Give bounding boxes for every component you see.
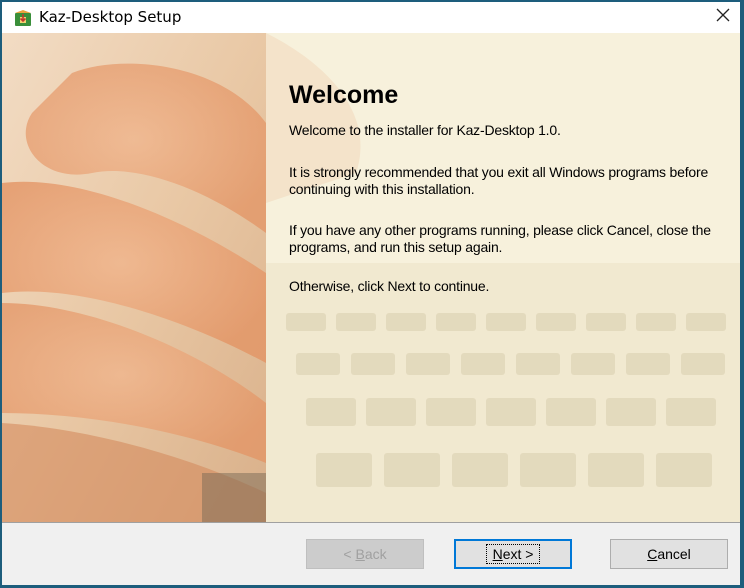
back-button-label: < Back bbox=[343, 546, 387, 562]
welcome-intro-text: Welcome to the installer for Kaz-Desktop… bbox=[289, 122, 561, 138]
close-button[interactable] bbox=[706, 2, 740, 33]
button-bar: < Back Next > Cancel bbox=[2, 523, 740, 585]
running-programs-text: If you have any other programs running, … bbox=[289, 222, 711, 255]
installer-icon bbox=[14, 9, 32, 27]
setup-window: Kaz-Desktop Setup Welcome Welcome to the… bbox=[0, 0, 744, 588]
wizard-content: Welcome Welcome to the installer for Kaz… bbox=[2, 33, 740, 522]
title-bar[interactable]: Kaz-Desktop Setup bbox=[2, 2, 740, 33]
cancel-button[interactable]: Cancel bbox=[610, 539, 728, 569]
continue-instruction-text: Otherwise, click Next to continue. bbox=[289, 278, 490, 294]
close-icon bbox=[716, 8, 730, 27]
next-button[interactable]: Next > bbox=[454, 539, 572, 569]
next-button-label: Next > bbox=[485, 544, 541, 564]
window-title: Kaz-Desktop Setup bbox=[39, 8, 182, 26]
welcome-heading: Welcome bbox=[289, 81, 399, 109]
recommendation-text: It is strongly recommended that you exit… bbox=[289, 164, 709, 197]
back-button[interactable]: < Back bbox=[306, 539, 424, 569]
side-banner-image bbox=[2, 33, 266, 522]
cancel-button-label: Cancel bbox=[647, 546, 691, 562]
